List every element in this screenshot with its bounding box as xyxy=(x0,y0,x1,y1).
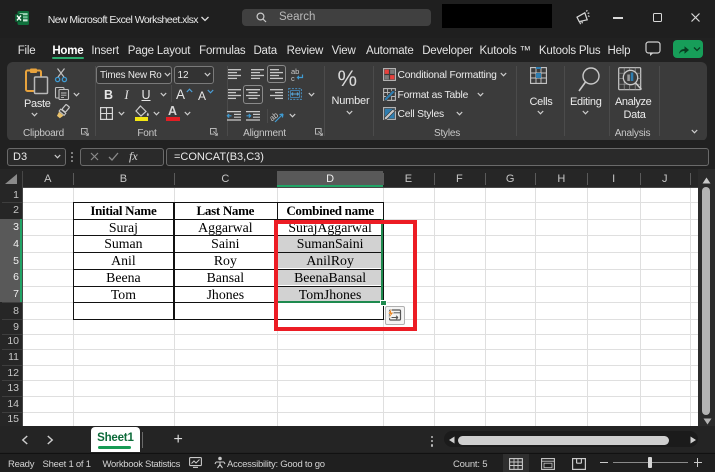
svg-text:c: c xyxy=(291,74,295,83)
